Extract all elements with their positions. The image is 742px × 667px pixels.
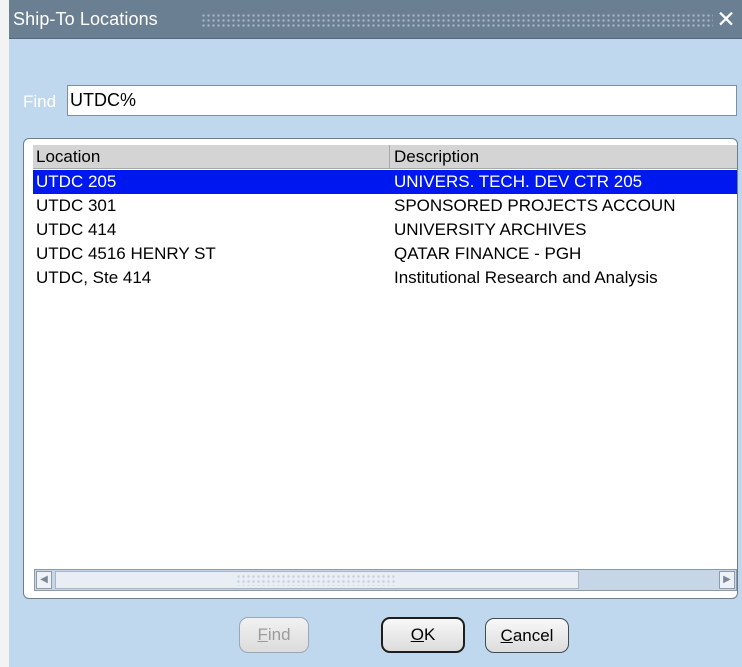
list-header: Location Description	[33, 145, 737, 169]
scrollbar-thumb-grip	[236, 574, 396, 586]
ship-to-locations-dialog: Ship-To Locations ✕ Find Location Descri…	[9, 0, 742, 667]
chevron-right-icon[interactable]: ▶	[719, 571, 735, 589]
close-icon[interactable]: ✕	[714, 6, 738, 32]
dialog-title: Ship-To Locations	[13, 9, 158, 29]
locations-list: Location Description UTDC 205 UNIVERS. T…	[23, 138, 738, 599]
description-cell: UNIVERSITY ARCHIVES	[394, 220, 587, 239]
find-button-mnemonic: F	[257, 625, 268, 644]
list-row[interactable]: UTDC 301 SPONSORED PROJECTS ACCOUN	[33, 194, 737, 218]
cancel-button-mnemonic: C	[500, 626, 513, 645]
column-header-description[interactable]: Description	[391, 145, 737, 168]
ok-button-label: K	[423, 625, 436, 644]
find-input[interactable]	[67, 85, 737, 116]
cancel-button[interactable]: Cancel	[485, 618, 569, 653]
find-button-label: ind	[267, 625, 291, 644]
description-cell: SPONSORED PROJECTS ACCOUN	[394, 196, 676, 215]
find-label: Find	[23, 92, 57, 111]
find-button[interactable]: Find	[239, 617, 309, 653]
ok-button[interactable]: OK	[381, 617, 465, 653]
list-rows: UTDC 205 UNIVERS. TECH. DEV CTR 205 UTDC…	[33, 170, 737, 290]
list-row[interactable]: UTDC 4516 HENRY ST QATAR FINANCE - PGH	[33, 242, 737, 266]
title-bar[interactable]: Ship-To Locations ✕	[9, 0, 742, 39]
location-cell: UTDC, Ste 414	[36, 268, 152, 287]
list-row[interactable]: UTDC, Ste 414 Institutional Research and…	[33, 266, 737, 290]
ok-button-mnemonic: O	[410, 625, 424, 644]
location-cell: UTDC 301	[36, 196, 117, 215]
background-window-edge	[0, 0, 9, 667]
description-cell: Institutional Research and Analysis	[394, 268, 658, 287]
list-row[interactable]: UTDC 205 UNIVERS. TECH. DEV CTR 205	[33, 170, 737, 194]
location-cell: UTDC 205	[36, 172, 117, 191]
description-cell: QATAR FINANCE - PGH	[394, 244, 582, 263]
scrollbar-thumb[interactable]	[55, 571, 579, 589]
location-cell: UTDC 414	[36, 220, 117, 239]
column-header-location[interactable]: Location	[33, 145, 390, 168]
location-cell: UTDC 4516 HENRY ST	[36, 244, 216, 263]
cancel-button-label: ancel	[512, 626, 554, 645]
title-drag-grip	[201, 13, 713, 27]
horizontal-scrollbar[interactable]: ◀ ▶	[34, 569, 737, 591]
list-row[interactable]: UTDC 414 UNIVERSITY ARCHIVES	[33, 218, 737, 242]
description-cell: UNIVERS. TECH. DEV CTR 205	[394, 172, 643, 191]
chevron-left-icon[interactable]: ◀	[36, 571, 52, 589]
